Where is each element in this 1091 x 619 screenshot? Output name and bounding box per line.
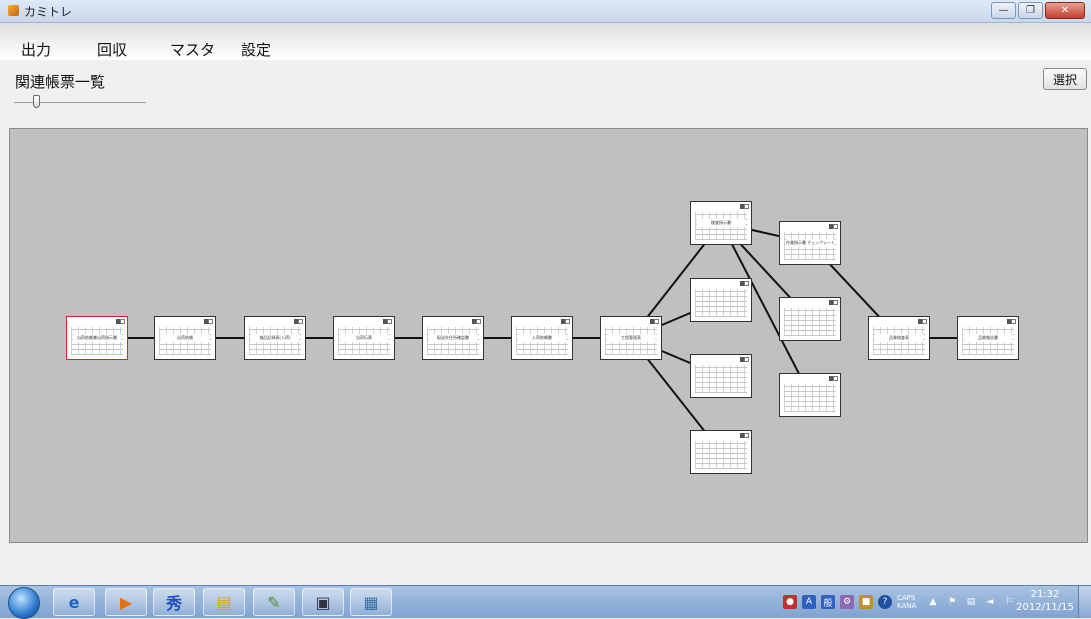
kana-indicator: KANA [897, 602, 917, 610]
show-desktop-button[interactable] [1078, 586, 1091, 618]
form-corner-icon [744, 357, 749, 362]
form-corner-icon [387, 319, 392, 324]
form-node[interactable]: 検査指示書 [690, 201, 752, 245]
form-node-label: 工程管理表 [607, 334, 655, 342]
form-node[interactable]: 作業指示書 チェックシート [779, 221, 841, 265]
form-node[interactable]: 配送先住所確認書 [422, 316, 484, 360]
explorer-icon[interactable]: ▤ [203, 588, 245, 616]
form-corner-icon [833, 300, 838, 305]
help-icon[interactable]: ? [878, 595, 892, 609]
form-thumbnail-grid [695, 441, 747, 469]
form-node[interactable]: 品質検査表 [868, 316, 930, 360]
form-node[interactable] [690, 354, 752, 398]
form-node[interactable]: 入荷依頼書 [511, 316, 573, 360]
form-node[interactable]: 出荷依頼 [154, 316, 216, 360]
form-corner-icon [922, 319, 927, 324]
window-controls: — ❐ ✕ [991, 2, 1085, 19]
form-corner-icon [833, 376, 838, 381]
zoom-slider-thumb[interactable] [33, 95, 40, 108]
show-hidden-icons-icon[interactable]: ▲ [926, 595, 940, 609]
minimize-button[interactable]: — [991, 2, 1016, 19]
form-corner-icon [476, 319, 481, 324]
close-button[interactable]: ✕ [1045, 2, 1085, 19]
form-corner-icon [833, 224, 838, 229]
window-icon[interactable]: ▣ [302, 588, 344, 616]
menu-bar: 出力 回収 マスタ 設定 [0, 23, 1091, 60]
tool-icon[interactable]: ⚙ [840, 595, 854, 609]
form-thumbnail-grid [784, 308, 836, 336]
window-title: カミトレ [24, 5, 73, 19]
form-node[interactable]: 検品記録表(入荷) [244, 316, 306, 360]
panel-title: 関連帳票一覧 [15, 73, 106, 91]
form-node-label: 出荷伝票 [340, 334, 388, 342]
form-node[interactable]: 出荷依頼兼出荷指示書 [66, 316, 128, 360]
form-relation-canvas[interactable]: 出荷依頼兼出荷指示書 出荷依頼 検品記録表(入荷) 出荷伝票 配送先住所確認書 入荷依頼書… [9, 128, 1088, 543]
action-center-icon[interactable]: ⚑ [945, 595, 959, 609]
menu-item-output[interactable]: 出力 [21, 39, 51, 60]
form-node-label: 作業指示書 チェックシート [786, 239, 834, 247]
system-tray: ● A 般 ⚙ ■ ? CAPS KANA ▲ ⚑ ▤ ◄ ⚐ [783, 588, 1016, 616]
form-node-label: 品質検査表 [875, 334, 923, 342]
form-thumbnail-grid [695, 365, 747, 393]
form-thumbnail-grid [695, 289, 747, 317]
paint-icon[interactable]: ✎ [253, 588, 295, 616]
title-bar: カミトレ — ❐ ✕ [0, 0, 1091, 23]
form-thumbnail-grid [784, 384, 836, 412]
form-node[interactable] [690, 430, 752, 474]
form-node-label: 出荷依頼兼出荷指示書 [73, 334, 121, 342]
form-corner-icon [744, 204, 749, 209]
form-node[interactable]: 出荷伝票 [333, 316, 395, 360]
clock[interactable]: 21:32 2012/11/15 [1014, 588, 1076, 614]
form-corner-icon [298, 319, 303, 324]
ime-status: CAPS KANA [897, 594, 921, 610]
form-node[interactable] [779, 297, 841, 341]
form-corner-icon [1011, 319, 1016, 324]
app-icon [8, 5, 19, 16]
start-orb[interactable] [8, 587, 40, 619]
menu-item-collect[interactable]: 回収 [97, 39, 127, 60]
clock-time: 21:32 [1030, 589, 1060, 600]
form-corner-icon [744, 281, 749, 286]
form-corner-icon [654, 319, 659, 324]
form-node[interactable]: 工程管理表 [600, 316, 662, 360]
form-node-label: 配送先住所確認書 [429, 334, 477, 342]
menu-item-settings[interactable]: 設定 [241, 39, 271, 60]
restore-button[interactable]: ❐ [1018, 2, 1043, 19]
form-node[interactable] [690, 278, 752, 322]
network-icon[interactable]: ▤ [964, 595, 978, 609]
caps-indicator: CAPS [897, 594, 916, 602]
clock-date: 2012/11/15 [1016, 602, 1074, 613]
volume-icon[interactable]: ◄ [983, 595, 997, 609]
menu-item-master[interactable]: マスタ [170, 39, 215, 60]
ie-icon[interactable]: e [53, 588, 95, 616]
form-node-label: 出荷依頼 [161, 334, 209, 342]
form-corner-icon [120, 319, 125, 324]
kanji-icon[interactable]: 般 [821, 595, 835, 609]
form-node-label: 品質報告書 [964, 334, 1012, 342]
media-player-icon[interactable]: ▶ [105, 588, 147, 616]
ime-icon[interactable]: ● [783, 595, 797, 609]
form-node-label: 検品記録表(入荷) [251, 334, 299, 342]
hidemaru-icon[interactable]: 秀 [153, 588, 195, 616]
dictionary-icon[interactable]: ■ [859, 595, 873, 609]
form-corner-icon [565, 319, 570, 324]
form-node-label: 検査指示書 [697, 219, 745, 227]
input-mode-icon[interactable]: A [802, 595, 816, 609]
taskbar: e ▶ 秀 ▤ ✎ ▣ ▦ ● A 般 ⚙ ■ ? CAPS KANA ▲ ⚑ … [0, 585, 1091, 619]
form-node[interactable]: 品質報告書 [957, 316, 1019, 360]
form-corner-icon [208, 319, 213, 324]
form-node-label: 入荷依頼書 [518, 334, 566, 342]
picture-icon[interactable]: ▦ [350, 588, 392, 616]
form-node[interactable] [779, 373, 841, 417]
select-button[interactable]: 選択 [1043, 68, 1087, 90]
form-corner-icon [744, 433, 749, 438]
